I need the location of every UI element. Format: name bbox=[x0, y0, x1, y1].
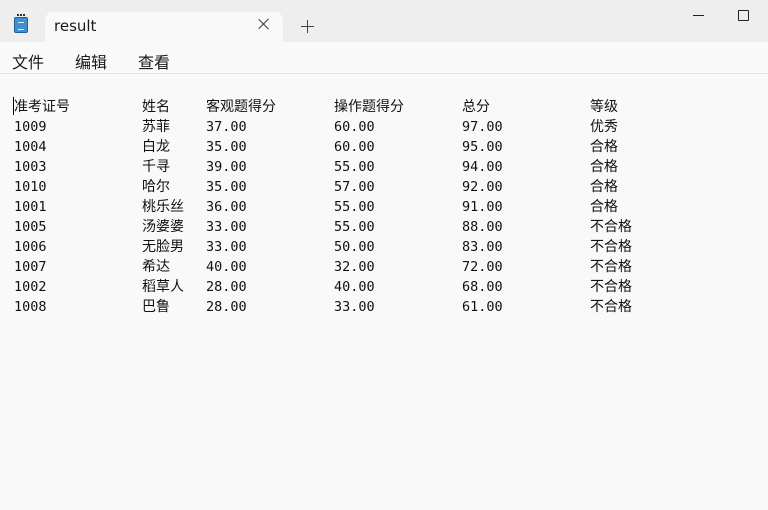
cell-exam-id: 1006 bbox=[14, 239, 47, 255]
table-row: 1001 桃乐丝 36.00 55.00 91.00 合格 bbox=[0, 197, 768, 217]
cell-grade: 合格 bbox=[590, 199, 618, 215]
cell-total-score: 88.00 bbox=[462, 219, 503, 235]
cell-name: 稻草人 bbox=[142, 279, 184, 295]
cell-objective-score: 37.00 bbox=[206, 119, 247, 135]
cell-objective-score: 28.00 bbox=[206, 299, 247, 315]
header-name: 姓名 bbox=[142, 99, 170, 115]
cell-total-score: 72.00 bbox=[462, 259, 503, 275]
cell-grade: 优秀 bbox=[590, 119, 618, 135]
cell-objective-score: 35.00 bbox=[206, 179, 247, 195]
menu-bar: 文件 编辑 查看 bbox=[0, 42, 768, 74]
cell-exam-id: 1004 bbox=[14, 139, 47, 155]
cell-total-score: 61.00 bbox=[462, 299, 503, 315]
cell-exam-id: 1009 bbox=[14, 119, 47, 135]
table-row: 1003 千寻 39.00 55.00 94.00 合格 bbox=[0, 157, 768, 177]
header-grade: 等级 bbox=[590, 99, 618, 115]
cell-name: 白龙 bbox=[142, 139, 170, 155]
cell-grade: 不合格 bbox=[590, 299, 632, 315]
table-row: 1007 希达 40.00 32.00 72.00 不合格 bbox=[0, 257, 768, 277]
cell-practical-score: 50.00 bbox=[334, 239, 375, 255]
cell-grade: 不合格 bbox=[590, 239, 632, 255]
notepad-icon bbox=[14, 14, 28, 33]
cell-practical-score: 60.00 bbox=[334, 139, 375, 155]
cell-total-score: 91.00 bbox=[462, 199, 503, 215]
cell-practical-score: 55.00 bbox=[334, 199, 375, 215]
cell-total-score: 94.00 bbox=[462, 159, 503, 175]
header-row: 准考证号 姓名 客观题得分 操作题得分 总分 等级 bbox=[0, 97, 768, 117]
cell-exam-id: 1002 bbox=[14, 279, 47, 295]
cell-objective-score: 33.00 bbox=[206, 239, 247, 255]
cell-objective-score: 40.00 bbox=[206, 259, 247, 275]
tab-result[interactable]: result bbox=[45, 12, 283, 42]
cell-total-score: 95.00 bbox=[462, 139, 503, 155]
cell-practical-score: 57.00 bbox=[334, 179, 375, 195]
cell-grade: 不合格 bbox=[590, 279, 632, 295]
cell-grade: 合格 bbox=[590, 159, 618, 175]
cell-name: 巴鲁 bbox=[142, 299, 170, 315]
cell-practical-score: 55.00 bbox=[334, 159, 375, 175]
cell-total-score: 68.00 bbox=[462, 279, 503, 295]
table-row: 1009 苏菲 37.00 60.00 97.00 优秀 bbox=[0, 117, 768, 137]
menu-view[interactable]: 查看 bbox=[138, 49, 170, 73]
cell-exam-id: 1001 bbox=[14, 199, 47, 215]
title-bar: result bbox=[0, 0, 768, 42]
plus-icon[interactable] bbox=[300, 19, 316, 35]
table-row: 1010 哈尔 35.00 57.00 92.00 合格 bbox=[0, 177, 768, 197]
cell-practical-score: 32.00 bbox=[334, 259, 375, 275]
cell-objective-score: 28.00 bbox=[206, 279, 247, 295]
cell-practical-score: 60.00 bbox=[334, 119, 375, 135]
cell-practical-score: 55.00 bbox=[334, 219, 375, 235]
table-row: 1002 稻草人 28.00 40.00 68.00 不合格 bbox=[0, 277, 768, 297]
close-icon[interactable] bbox=[257, 17, 271, 31]
header-exam-id: 准考证号 bbox=[14, 99, 70, 115]
cell-name: 汤婆婆 bbox=[142, 219, 184, 235]
table-row: 1005 汤婆婆 33.00 55.00 88.00 不合格 bbox=[0, 217, 768, 237]
cell-exam-id: 1005 bbox=[14, 219, 47, 235]
cell-grade: 合格 bbox=[590, 139, 618, 155]
cell-objective-score: 39.00 bbox=[206, 159, 247, 175]
maximize-icon[interactable] bbox=[732, 4, 754, 26]
menu-edit[interactable]: 编辑 bbox=[75, 49, 107, 73]
cell-objective-score: 35.00 bbox=[206, 139, 247, 155]
cell-name: 无脸男 bbox=[142, 239, 184, 255]
cell-exam-id: 1007 bbox=[14, 259, 47, 275]
table-row: 1008 巴鲁 28.00 33.00 61.00 不合格 bbox=[0, 297, 768, 317]
minimize-icon[interactable] bbox=[688, 6, 710, 24]
cell-total-score: 92.00 bbox=[462, 179, 503, 195]
cell-objective-score: 33.00 bbox=[206, 219, 247, 235]
table-row: 1006 无脸男 33.00 50.00 83.00 不合格 bbox=[0, 237, 768, 257]
cell-total-score: 97.00 bbox=[462, 119, 503, 135]
tab-label: result bbox=[54, 17, 97, 35]
header-objective-score: 客观题得分 bbox=[206, 99, 276, 115]
cell-practical-score: 33.00 bbox=[334, 299, 375, 315]
cell-grade: 合格 bbox=[590, 179, 618, 195]
menu-file[interactable]: 文件 bbox=[12, 49, 44, 73]
cell-grade: 不合格 bbox=[590, 219, 632, 235]
cell-total-score: 83.00 bbox=[462, 239, 503, 255]
cell-objective-score: 36.00 bbox=[206, 199, 247, 215]
cell-practical-score: 40.00 bbox=[334, 279, 375, 295]
header-total-score: 总分 bbox=[462, 99, 490, 115]
cell-name: 千寻 bbox=[142, 159, 170, 175]
cell-exam-id: 1008 bbox=[14, 299, 47, 315]
cell-exam-id: 1003 bbox=[14, 159, 47, 175]
cell-exam-id: 1010 bbox=[14, 179, 47, 195]
text-editor[interactable]: 准考证号 姓名 客观题得分 操作题得分 总分 等级 1009 苏菲 37.00 60.… bbox=[0, 75, 768, 510]
header-practical-score: 操作题得分 bbox=[334, 99, 404, 115]
cell-grade: 不合格 bbox=[590, 259, 632, 275]
cell-name: 哈尔 bbox=[142, 179, 170, 195]
table-row: 1004 白龙 35.00 60.00 95.00 合格 bbox=[0, 137, 768, 157]
cell-name: 桃乐丝 bbox=[142, 199, 184, 215]
cell-name: 苏菲 bbox=[142, 119, 170, 135]
cell-name: 希达 bbox=[142, 259, 170, 275]
